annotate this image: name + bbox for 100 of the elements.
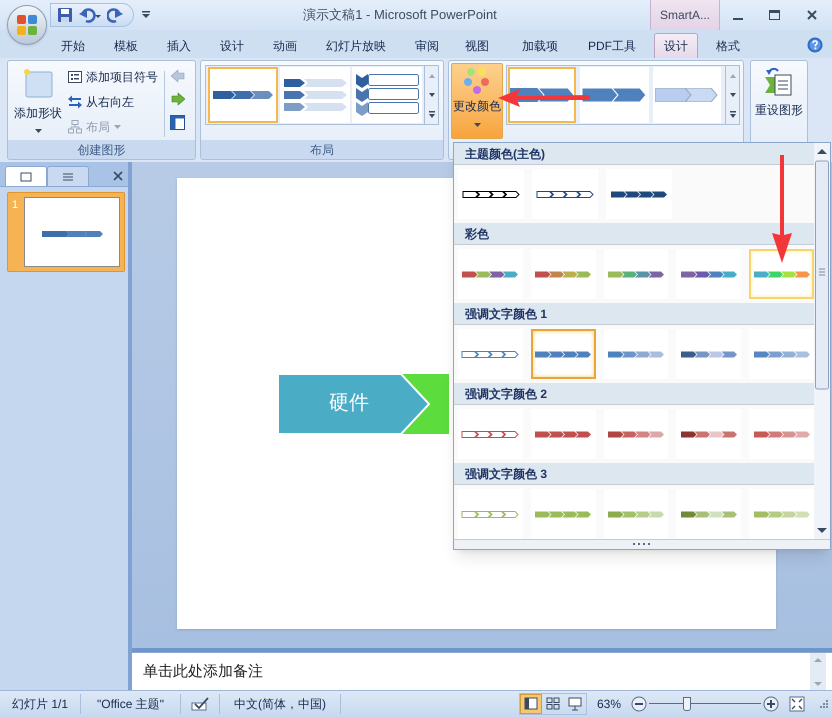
section-header: 主题颜色(主色) <box>454 143 814 165</box>
ribbon-tab[interactable]: 插入 <box>157 33 201 58</box>
chevron-swatch-drawing <box>606 350 665 358</box>
change-colors-button[interactable]: 更改颜色 <box>451 63 503 139</box>
section-header: 强调文字颜色 2 <box>454 383 814 405</box>
layout-option[interactable] <box>280 67 350 123</box>
color-option[interactable] <box>749 489 814 539</box>
color-option[interactable] <box>458 409 523 459</box>
arrow-right-icon[interactable] <box>170 92 184 106</box>
text-pane-icon[interactable] <box>170 115 185 130</box>
sorter-view-icon <box>546 697 560 711</box>
chevron-swatch-drawing <box>606 430 665 438</box>
help-icon[interactable] <box>807 37 823 53</box>
close-icon[interactable] <box>113 171 123 181</box>
color-option[interactable] <box>749 409 814 459</box>
ribbon-tab[interactable]: 设计 <box>654 33 698 58</box>
color-option[interactable] <box>749 249 814 299</box>
chevron-swatch-drawing <box>610 190 668 198</box>
hierarchy-icon <box>68 120 82 134</box>
color-option[interactable] <box>458 249 523 299</box>
color-option[interactable] <box>676 329 742 379</box>
style-option[interactable] <box>508 67 576 123</box>
save-icon[interactable] <box>57 7 73 23</box>
shape-icon <box>23 68 53 98</box>
chevron-swatch-drawing <box>461 430 520 438</box>
color-option[interactable] <box>530 249 596 299</box>
color-option[interactable] <box>530 409 596 459</box>
color-option[interactable] <box>676 409 742 459</box>
color-option[interactable] <box>458 329 523 379</box>
chevron-layout-drawing <box>213 91 273 99</box>
menu-scrollbar[interactable] <box>814 143 830 539</box>
view-button[interactable] <box>520 694 542 714</box>
section-header: 强调文字颜色 1 <box>454 303 814 325</box>
pane-tab[interactable] <box>47 166 89 186</box>
ribbon-tab[interactable]: 格式 <box>706 33 750 58</box>
chevron-swatch-drawing <box>461 510 520 518</box>
ribbon-tab[interactable]: PDF工具 <box>578 33 646 58</box>
ribbon-tab[interactable]: 视图 <box>455 33 499 58</box>
color-option[interactable] <box>604 249 668 299</box>
chevron-swatch-drawing <box>462 190 520 198</box>
outline-tab-icon <box>62 170 74 182</box>
command-button[interactable]: 添加项目符号 <box>68 66 158 87</box>
slider-thumb[interactable] <box>683 697 692 711</box>
chevron-swatch-drawing <box>680 270 738 278</box>
bullet-list-icon <box>68 70 82 84</box>
notes-scrollbar[interactable] <box>810 653 832 691</box>
color-option[interactable] <box>676 489 742 539</box>
add-shape-button[interactable]: 添加形状 <box>11 64 65 140</box>
zoom-out-icon[interactable] <box>631 696 647 712</box>
color-option[interactable] <box>604 409 668 459</box>
color-option[interactable] <box>530 489 596 539</box>
chevron-swatch-drawing <box>606 270 665 278</box>
color-dots-icon <box>462 67 492 95</box>
customize-toolbar-icon[interactable] <box>142 11 150 19</box>
notes-field[interactable]: 单击此处添加备注 <box>132 653 810 690</box>
ribbon-tab[interactable]: 动画 <box>263 33 307 58</box>
close-icon <box>807 10 817 20</box>
color-option[interactable] <box>458 169 524 219</box>
color-option[interactable] <box>532 169 598 219</box>
redo-icon[interactable] <box>107 7 123 23</box>
chevron-swatch-drawing <box>536 190 594 198</box>
color-option[interactable] <box>530 329 596 379</box>
color-option[interactable] <box>604 489 668 539</box>
layout-option[interactable] <box>208 67 278 123</box>
chevron-swatch-drawing <box>534 350 592 358</box>
chevron-swatch-drawing <box>534 270 592 278</box>
resize-grip-icon[interactable] <box>633 543 651 546</box>
ribbon-tab[interactable]: 审阅 <box>405 33 449 58</box>
pane-tab[interactable] <box>5 166 47 186</box>
style-option[interactable] <box>580 67 649 123</box>
color-option[interactable] <box>606 169 672 219</box>
chevron-swatch-drawing <box>680 430 738 438</box>
color-option[interactable] <box>676 249 742 299</box>
group-label: 创建图形 <box>8 140 195 159</box>
chevron-layout-drawing <box>284 79 346 111</box>
ribbon-tab[interactable]: 开始 <box>51 33 95 58</box>
spell-check-icon[interactable] <box>191 697 209 711</box>
chevron-swatch-drawing <box>752 430 811 438</box>
chevron-swatch-drawing <box>461 270 520 278</box>
caret-icon <box>114 124 121 128</box>
layout-option[interactable] <box>352 67 422 123</box>
color-option[interactable] <box>458 489 523 539</box>
swap-arrows-icon <box>68 94 82 108</box>
zoom-slider[interactable] <box>649 696 761 712</box>
chevron-style-drawing <box>654 88 719 102</box>
chevron-swatch-drawing <box>752 510 811 518</box>
zoom-in-icon[interactable] <box>763 696 779 712</box>
ribbon-tab[interactable]: 幻灯片放映 <box>316 33 396 58</box>
chevron-swatch-drawing <box>461 350 520 358</box>
ribbon-tab[interactable]: 设计 <box>210 33 254 58</box>
ribbon-tab[interactable]: 加载项 <box>512 33 568 58</box>
command-button[interactable]: 从右向左 <box>68 91 158 112</box>
undo-icon[interactable] <box>79 7 101 23</box>
color-option[interactable] <box>604 329 668 379</box>
chevron-swatch-drawing <box>680 350 738 358</box>
fit-window-icon[interactable] <box>789 696 805 712</box>
section-header: 强调文字颜色 3 <box>454 463 814 485</box>
color-option[interactable] <box>749 329 814 379</box>
ribbon-tab[interactable]: 模板 <box>104 33 148 58</box>
caret-icon <box>34 129 42 133</box>
